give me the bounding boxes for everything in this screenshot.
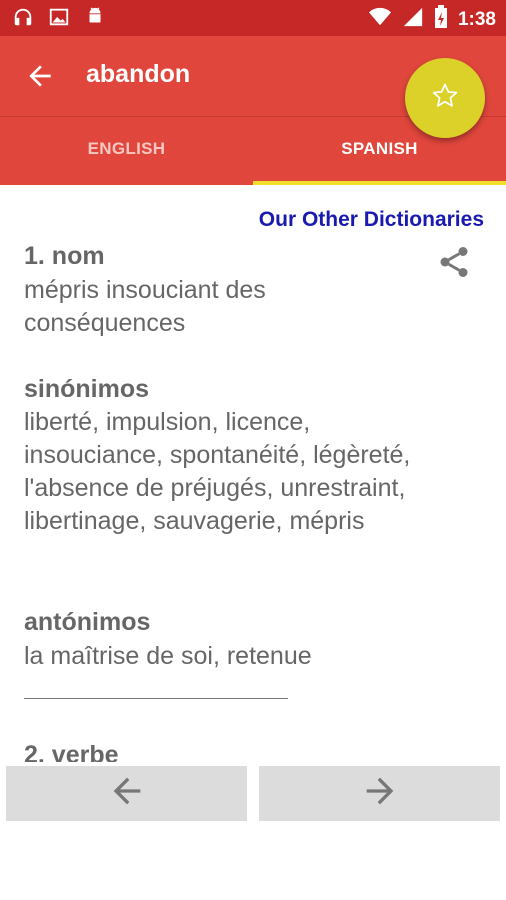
image-icon	[48, 6, 70, 33]
headphones-icon	[12, 6, 34, 33]
android-icon	[84, 6, 106, 33]
tab-english[interactable]: ENGLISH	[0, 117, 253, 181]
arrow-left-icon	[107, 771, 147, 816]
favorite-button[interactable]	[405, 58, 485, 138]
entry1-heading: 1. nom	[24, 242, 105, 270]
entry2-heading: 2. verbe	[24, 741, 119, 762]
arrow-right-icon	[360, 771, 400, 816]
signal-icon	[402, 6, 424, 33]
next-button[interactable]	[259, 766, 500, 821]
arrow-left-icon[interactable]	[24, 60, 56, 92]
antonyms-heading: antónimos	[24, 608, 151, 636]
star-outline-icon	[430, 81, 460, 116]
battery-icon	[434, 5, 448, 34]
wifi-icon	[368, 6, 392, 33]
page-title: abandon	[86, 60, 191, 88]
previous-button[interactable]	[6, 766, 247, 821]
antonyms-text: la maîtrise de soi, retenue	[24, 642, 312, 670]
synonyms-heading: sinónimos	[24, 375, 150, 403]
status-time: 1:38	[457, 8, 496, 30]
divider	[24, 698, 288, 699]
status-bar: 1:38	[0, 0, 506, 36]
entry1-definition: mépris insouciant des conséquences	[24, 276, 266, 337]
other-dictionaries-link[interactable]: Our Other Dictionaries	[259, 208, 484, 232]
definition-content: Our Other Dictionaries 1. nom mépris ins…	[0, 184, 506, 762]
synonyms-text: liberté, impulsion, licence, insouciance…	[24, 408, 411, 535]
